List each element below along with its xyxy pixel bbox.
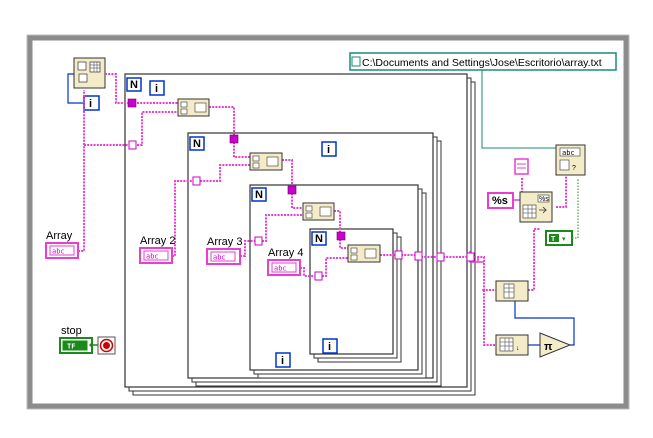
- svg-text:i: i: [328, 341, 331, 353]
- svg-text:i: i: [155, 83, 158, 95]
- array-2-control[interactable]: Array 2 abc: [139, 235, 175, 264]
- stop-control[interactable]: stop TF: [59, 325, 93, 354]
- svg-text:abc: abc: [146, 253, 159, 261]
- svg-text:abc: abc: [213, 254, 226, 262]
- boolean-wire: [572, 178, 579, 239]
- delimiter-constant[interactable]: [514, 158, 529, 175]
- svg-text:stop: stop: [61, 325, 82, 337]
- svg-text:Array 4: Array 4: [268, 247, 303, 259]
- svg-text:%s: %s: [539, 196, 549, 203]
- boolean-constant[interactable]: T ▾: [545, 230, 573, 246]
- svg-text:abc: abc: [274, 265, 287, 273]
- file-path-text: C:\Documents and Settings\Jose\Escritori…: [362, 57, 602, 69]
- svg-text:↓: ↓: [516, 345, 520, 352]
- svg-text:N: N: [193, 138, 201, 150]
- svg-text:%s: %s: [492, 195, 508, 207]
- svg-text:N: N: [315, 233, 323, 245]
- svg-text:TF: TF: [67, 343, 75, 351]
- array-4-control[interactable]: Array 4 abc: [267, 247, 303, 276]
- index-array-function-2[interactable]: [249, 152, 283, 171]
- path-wire: [481, 70, 557, 158]
- build-array-function[interactable]: [495, 280, 529, 302]
- svg-text:abc: abc: [562, 149, 575, 157]
- svg-text:abc: abc: [52, 248, 65, 256]
- file-path-constant[interactable]: C:\Documents and Settings\Jose\Escritori…: [349, 52, 617, 71]
- count-terminal-4[interactable]: N: [311, 231, 327, 246]
- svg-text:T: T: [551, 236, 556, 243]
- svg-text:Array: Array: [46, 230, 73, 242]
- loop-condition-terminal[interactable]: [97, 336, 116, 355]
- count-terminal-2[interactable]: N: [189, 136, 205, 151]
- write-file-function[interactable]: abc ?: [555, 144, 586, 176]
- index-array-function-3[interactable]: [302, 202, 335, 221]
- iteration-terminal-3[interactable]: i: [275, 352, 291, 368]
- svg-text:Array 3: Array 3: [207, 236, 242, 248]
- format-string-constant[interactable]: %s: [487, 192, 514, 209]
- svg-text:N: N: [255, 189, 263, 201]
- svg-text:i: i: [281, 355, 284, 367]
- array-3-control[interactable]: Array 3 abc: [206, 236, 242, 265]
- iteration-terminal-1[interactable]: i: [149, 80, 165, 96]
- block-diagram: C:\Documents and Settings\Jose\Escritori…: [26, 34, 630, 410]
- array-size-bottom[interactable]: ↓: [495, 334, 529, 356]
- svg-text:?: ?: [572, 165, 576, 172]
- svg-text:▾: ▾: [562, 236, 566, 243]
- product-function[interactable]: π: [539, 332, 572, 358]
- svg-text:Array 2: Array 2: [140, 235, 175, 247]
- iteration-terminal-4[interactable]: i: [322, 338, 338, 354]
- array-1-control[interactable]: Array abc: [45, 230, 79, 259]
- svg-text:i: i: [327, 144, 330, 156]
- index-array-function-4[interactable]: [347, 244, 381, 263]
- index-array-function-1[interactable]: [177, 98, 210, 117]
- svg-text:N: N: [130, 79, 138, 91]
- index-constant-i[interactable]: i: [83, 95, 100, 111]
- array-to-spreadsheet-function[interactable]: %s: [519, 191, 553, 223]
- count-terminal-3[interactable]: N: [251, 187, 267, 202]
- count-terminal-1[interactable]: N: [126, 77, 142, 92]
- array-size-function[interactable]: [73, 57, 106, 89]
- svg-text:π: π: [544, 341, 553, 353]
- svg-text:i: i: [89, 98, 92, 110]
- iteration-terminal-2[interactable]: i: [321, 141, 337, 157]
